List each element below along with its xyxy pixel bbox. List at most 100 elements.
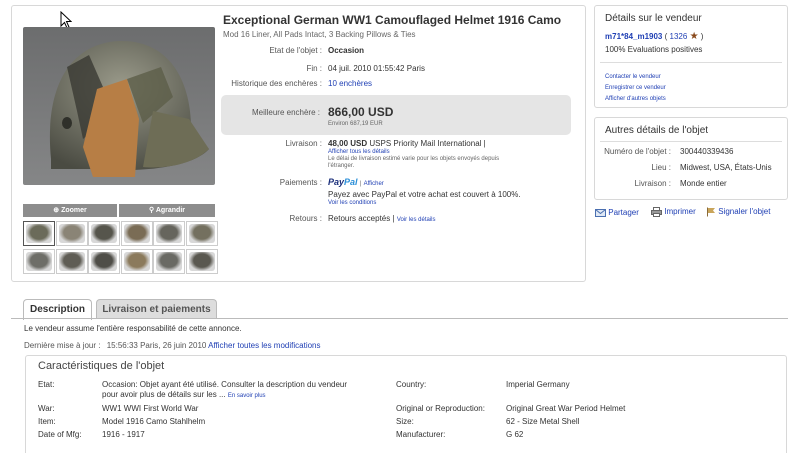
payment-separator: | <box>359 181 362 187</box>
spec-state-value-line-1: Occasion: Objet ayant été utilisé. Consu… <box>102 380 348 389</box>
report-action[interactable]: Signaler l'objet <box>706 207 770 217</box>
seller-name-link[interactable]: m71*84_m1903 <box>605 32 662 41</box>
item-details-divider <box>600 141 782 142</box>
print-link[interactable]: Imprimer <box>664 207 696 216</box>
thumbnail-image <box>156 224 182 243</box>
thumbnail-image <box>156 252 182 271</box>
feedback-open-paren: ( <box>664 32 668 41</box>
spec-date-value: 1916 - 1917 <box>102 430 145 439</box>
delivery-details-link[interactable]: Afficher tous les détails <box>328 149 390 155</box>
spec-war-value: WW1 WWI First World War <box>102 404 199 413</box>
thumbnail-image <box>123 224 150 243</box>
condition-value: Occasion <box>328 46 365 55</box>
thumbnail[interactable] <box>185 249 218 274</box>
delivery-note-line-1: Le délai de livraison estimé varie pour … <box>328 156 500 162</box>
seller-heading: Détails sur le vendeur <box>605 13 702 24</box>
spec-original-value: Original Great War Period Helmet <box>506 404 626 413</box>
thumbnail[interactable] <box>120 221 153 246</box>
delivery-price: 48,00 USD <box>328 139 368 148</box>
envelope-icon <box>595 208 606 217</box>
zoom-label: Zoomer <box>61 207 87 214</box>
zoom-button[interactable]: ⊕ Zoomer <box>23 204 117 217</box>
learn-more-link[interactable]: En savoir plus <box>228 393 266 399</box>
returns-details-link[interactable]: Voir les détails <box>397 217 436 223</box>
share-action[interactable]: Partager <box>595 208 639 217</box>
last-update-line: Dernière mise à jour : 15:56:33 Paris, 2… <box>24 341 321 350</box>
payment-text: Payez avec PayPal et votre achat est cou… <box>328 190 521 199</box>
thumbnail[interactable] <box>55 249 88 274</box>
end-time-value: 04 juil. 2010 01:55:42 Paris <box>328 64 425 73</box>
thumbnail-image <box>26 224 52 243</box>
thumbnail[interactable] <box>23 221 55 246</box>
spec-maker-label: Manufacturer: <box>396 430 446 439</box>
best-bid-price: 866,00 USD <box>328 105 394 119</box>
feedback-score-link[interactable]: 1326 <box>670 32 688 41</box>
delivery-label: Livraison : <box>285 139 322 148</box>
paypal-logo: PayPal <box>328 177 358 187</box>
paypal-logo-part-1: Pay <box>328 177 345 187</box>
save-seller-link[interactable]: Enregistrer ce vendeur <box>605 85 666 91</box>
main-item-photo[interactable] <box>23 27 215 185</box>
item-specifics-heading: Caractéristiques de l'objet <box>38 360 165 372</box>
spec-state-value-line-2: pour avoir plus de détails sur les ... E… <box>102 390 266 399</box>
returns-separator: | <box>392 214 395 223</box>
last-update-value: 15:56:33 Paris, 26 juin 2010 <box>106 341 207 350</box>
zoom-icon: ⊕ <box>53 207 62 214</box>
thumbnail-image <box>58 252 85 271</box>
thumbnail-image <box>91 252 117 271</box>
contact-seller-link[interactable]: Contacter le vendeur <box>605 74 661 80</box>
enlarge-label: Agrandir <box>155 207 185 214</box>
payment-conditions-link[interactable]: Voir les conditions <box>328 200 376 206</box>
best-bid-approx: Environ 687,19 EUR <box>328 121 383 127</box>
print-action[interactable]: Imprimer <box>651 207 696 217</box>
spec-state-value-text-2: pour avoir plus de détails sur les ... <box>102 390 226 399</box>
thumbnail[interactable] <box>153 221 185 246</box>
payment-label: Paiements : <box>279 178 322 187</box>
tab-shipping-payments[interactable]: Livraison et paiements <box>96 299 217 319</box>
thumbnail-image <box>26 252 52 271</box>
ships-to-value: Monde entier <box>680 179 727 188</box>
spec-country-value: Imperial Germany <box>506 380 570 389</box>
thumbnail-image <box>123 252 150 271</box>
seller-divider <box>600 62 782 63</box>
location-value: Midwest, USA, États-Unis <box>680 163 772 172</box>
share-link[interactable]: Partager <box>608 208 639 217</box>
tab-description[interactable]: Description <box>23 299 92 320</box>
bid-history-link[interactable]: 10 enchères <box>328 79 372 88</box>
last-update-label: Dernière mise à jour : <box>24 341 101 350</box>
report-link[interactable]: Signaler l'objet <box>718 207 770 216</box>
thumbnail[interactable] <box>120 249 153 274</box>
feedback-star-icon: ★ <box>689 31 699 42</box>
spec-item-label: Item: <box>38 417 56 426</box>
feedback-close-paren: ) <box>700 32 704 41</box>
spec-maker-value: G 62 <box>506 430 524 439</box>
seller-other-items-link[interactable]: Afficher d'autres objets <box>605 96 666 102</box>
thumbnail[interactable] <box>55 221 88 246</box>
end-time-label: Fin : <box>306 64 322 73</box>
enlarge-button[interactable]: ⚲ Agrandir <box>119 204 215 217</box>
seller-disclaimer: Le vendeur assume l'entière responsabili… <box>24 324 242 333</box>
spec-original-label: Original or Reproduction: <box>396 404 485 413</box>
thumbnail[interactable] <box>185 221 218 246</box>
thumbnail-image <box>188 224 215 243</box>
thumbnail-image <box>91 224 117 243</box>
thumbnail[interactable] <box>23 249 55 274</box>
paypal-logo-part-2: Pal <box>344 177 358 187</box>
thumbnail[interactable] <box>88 249 120 274</box>
thumbnail[interactable] <box>88 221 120 246</box>
spec-size-value: 62 - Size Metal Shell <box>506 417 580 426</box>
returns-value: Retours acceptés <box>328 214 391 223</box>
show-all-changes-link[interactable]: Afficher toutes les modifications <box>208 341 320 350</box>
item-number-value: 300440339436 <box>680 147 734 156</box>
delivery-separator: | <box>483 139 486 148</box>
returns-line: Retours acceptés | Voir les détails <box>328 214 436 223</box>
thumbnail[interactable] <box>153 249 185 274</box>
magnifier-icon: ⚲ <box>149 207 156 214</box>
spec-state-label: Etat: <box>38 380 55 389</box>
spec-item-value: Model 1916 Camo Stahlhelm <box>102 417 206 426</box>
returns-label: Retours : <box>289 214 322 223</box>
payment-show-link[interactable]: Afficher <box>364 181 384 187</box>
seller-positive-rate: 100% Evaluations positives <box>605 45 703 54</box>
bid-history-label: Historique des enchères : <box>231 79 322 88</box>
spec-size-label: Size: <box>396 417 414 426</box>
